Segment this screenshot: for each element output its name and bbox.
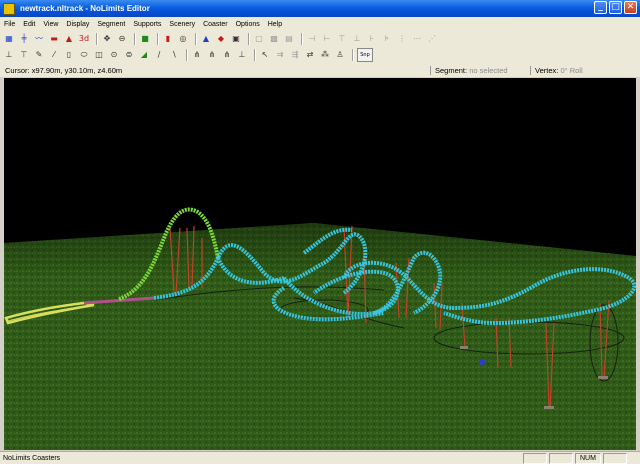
vertex-readout: Vertex: 0° Roll [530,65,640,75]
arm-icon[interactable]: ∕ [153,49,165,61]
grid-icon[interactable]: ▦ [3,33,15,45]
node-icon[interactable]: ⊤ [336,33,348,45]
minimize-button[interactable]: _ [594,1,607,14]
edit-icon[interactable]: ⊦ [366,33,378,45]
menu-view[interactable]: View [39,21,62,28]
ground-icon[interactable]: ⊥ [236,49,248,61]
segment-label: Segment: [435,65,468,75]
3d-icon[interactable]: 3d [78,33,90,45]
toolbar-separator [254,49,256,61]
menu-bar: File Edit View Display Segment Supports … [0,17,640,31]
segment-readout: Segment: no selected [430,65,530,75]
toolbar-tools: ⊥ ⊤ ✎ ⁄ ▯ ⬭ ◫ ⊙ ⊜ ◢ ∕ ∖ ⋔ ⋔ ⋔ ⊥ ↖ ⇉ ⇶ ⇄ … [0,47,640,63]
wave-icon[interactable]: 〰 [33,33,45,45]
toolbar-separator [195,33,197,45]
window-controls: _ □ ✕ [594,1,637,14]
globe-icon[interactable]: ◎ [177,33,189,45]
menu-supports[interactable]: Supports [129,21,165,28]
fork3-icon[interactable]: ⋔ [221,49,233,61]
xyz2-icon[interactable]: ⋯ [411,33,423,45]
track-icon[interactable]: ╪ [18,33,30,45]
toolbar-separator [96,33,98,45]
toolbar-separator [352,49,354,61]
cursor-status-line: Cursor: x97.90m, y30.10m, z4.60m Segment… [0,63,640,77]
toolbar-main: ▦ ╪ 〰 ▬ ▲ 3d ✥ ⊖ ■ ▮ ◎ ▲ ◆ ▣ ▢ ▩ ▤ ⊣ ⊢ ⊤… [0,31,640,47]
close-button[interactable]: ✕ [624,1,637,14]
status-cell-empty [523,452,547,464]
dual2-icon[interactable]: ⇶ [289,49,301,61]
traffic-light-icon[interactable]: ▮ [162,33,174,45]
join-icon[interactable]: ⊧ [381,33,393,45]
xyz-icon[interactable]: ⋮ [396,33,408,45]
capsule-icon[interactable]: ⬭ [78,49,90,61]
ground-horizon-shade [4,223,636,278]
xyz3-icon[interactable]: ⋰ [426,33,438,45]
fork-icon[interactable]: ⋔ [191,49,203,61]
cursor-icon[interactable]: ↖ [259,49,271,61]
status-bar: NoLimits Coasters NUM [0,451,640,464]
layout-icon[interactable]: ▢ [253,33,265,45]
cursor-readout: Cursor: x97.90m, y30.10m, z4.60m [0,66,430,75]
move-icon[interactable]: ✥ [101,33,113,45]
window-title: newtrack.nltrack - NoLimits Editor [20,4,150,13]
scene-canvas[interactable] [4,78,636,450]
merge-icon[interactable]: ⊢ [321,33,333,45]
drum-icon[interactable]: ◫ [93,49,105,61]
menu-help[interactable]: Help [264,21,286,28]
fork2-icon[interactable]: ⋔ [206,49,218,61]
menu-segment[interactable]: Segment [93,21,129,28]
dual-icon[interactable]: ⇉ [274,49,286,61]
toolbar-separator [186,49,188,61]
cursor-label: Cursor: [5,65,30,75]
cylinder-icon[interactable]: ⊜ [123,49,135,61]
menu-scenery[interactable]: Scenery [165,21,199,28]
segment-value: no selected [469,65,508,75]
table-icon[interactable]: ▤ [283,33,295,45]
menu-options[interactable]: Options [232,21,264,28]
title-bar[interactable]: newtrack.nltrack - NoLimits Editor _ □ ✕ [0,0,640,17]
split-icon[interactable]: ⊣ [306,33,318,45]
pillar-icon[interactable]: ⊥ [3,49,15,61]
terrain-icon[interactable]: ▲ [63,33,75,45]
insert-icon[interactable]: ⊥ [351,33,363,45]
bar-icon[interactable]: ▯ [63,49,75,61]
menu-file[interactable]: File [0,21,19,28]
vertex-value: 0° Roll [560,65,583,75]
toolbar-separator [248,33,250,45]
tri-icon[interactable]: ⁂ [319,49,331,61]
status-cell-empty [602,452,627,464]
pillar2-icon[interactable]: ⊤ [18,49,30,61]
vertex-label: Vertex: [535,65,559,75]
num-lock-indicator: NUM [575,452,601,464]
toolbar-separator [301,33,303,45]
node-marker[interactable] [479,359,485,365]
wedge-icon[interactable]: ◢ [138,49,150,61]
status-text: NoLimits Coasters [3,454,61,462]
toolbar-separator [134,33,136,45]
flatten-icon[interactable]: ⊖ [116,33,128,45]
app-icon [3,2,15,15]
save-icon[interactable]: ◆ [215,33,227,45]
cursor-value: x97.90m, y30.10m, z4.60m [31,65,123,75]
menu-display[interactable]: Display [62,21,93,28]
status-cell-empty [549,452,573,464]
menu-edit[interactable]: Edit [19,21,39,28]
menu-coaster[interactable]: Coaster [199,21,232,28]
barrel-icon[interactable]: ⊙ [108,49,120,61]
window-icon[interactable]: ▣ [230,33,242,45]
toolbar-separator [157,33,159,45]
warning-icon[interactable]: ▲ [200,33,212,45]
arm2-icon[interactable]: ∖ [168,49,180,61]
person-icon[interactable]: ♙ [334,49,346,61]
pencil-icon[interactable]: ✎ [33,49,45,61]
rect-icon[interactable]: ▩ [268,33,280,45]
brush-icon[interactable]: ⁄ [48,49,60,61]
train-icon[interactable]: ▬ [48,33,60,45]
dual3-icon[interactable]: ⇄ [304,49,316,61]
3d-viewport[interactable] [4,78,636,450]
maximize-button[interactable]: □ [609,1,622,14]
snap-button[interactable]: Snp [357,48,373,62]
camera-icon[interactable]: ■ [139,33,151,45]
